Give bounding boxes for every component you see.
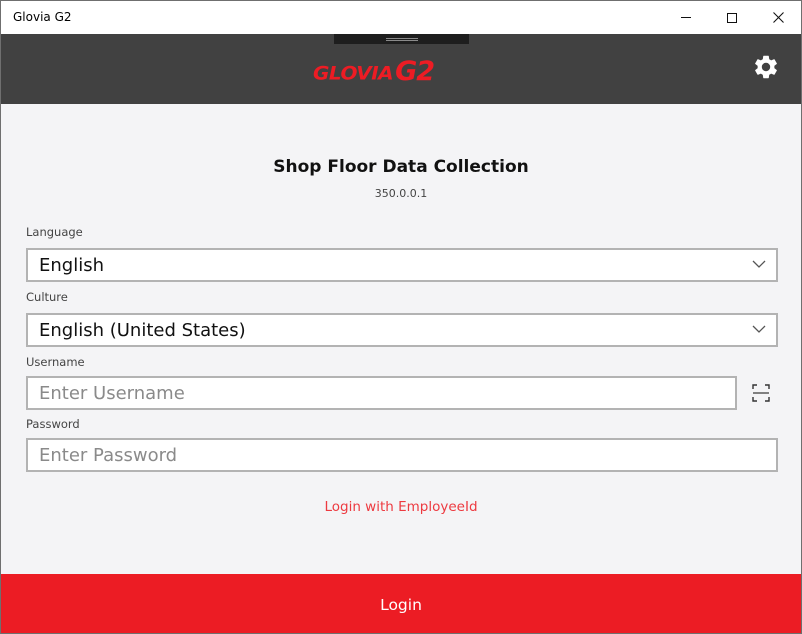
- title-bar[interactable]: Glovia G2: [1, 1, 801, 34]
- login-button[interactable]: Login: [1, 574, 801, 633]
- version-text: 350.0.0.1: [374, 187, 428, 200]
- employee-link-label: Login with EmployeeId: [324, 499, 478, 515]
- app-header: GLOVIA G2: [1, 34, 801, 104]
- app-window: Glovia G2 GLOVIA G2 Shop Floor Data Coll…: [0, 0, 802, 634]
- culture-select[interactable]: English (United States): [26, 313, 778, 347]
- username-input[interactable]: Enter Username: [26, 376, 737, 410]
- login-with-employee-id-link[interactable]: Login with EmployeeId: [1, 499, 801, 515]
- close-icon: [772, 12, 784, 23]
- maximize-button[interactable]: [709, 1, 755, 34]
- language-value: English: [39, 254, 104, 276]
- grip-icon: [385, 37, 418, 41]
- barcode-scan-icon[interactable]: [752, 384, 770, 402]
- password-placeholder: Enter Password: [39, 444, 178, 466]
- username-label: Username: [26, 355, 85, 369]
- password-label: Password: [26, 417, 80, 431]
- window-title: Glovia G2: [13, 10, 72, 24]
- language-select[interactable]: English: [26, 248, 778, 282]
- close-button[interactable]: [755, 1, 801, 34]
- culture-value: English (United States): [39, 319, 246, 341]
- password-input[interactable]: Enter Password: [26, 438, 778, 472]
- login-button-label: Login: [380, 595, 422, 614]
- chevron-down-icon: [752, 260, 766, 268]
- culture-label: Culture: [26, 290, 68, 304]
- logo-word: GLOVIA: [313, 61, 394, 85]
- language-label: Language: [26, 225, 83, 239]
- maximize-icon: [727, 12, 737, 23]
- gear-icon[interactable]: [752, 53, 780, 81]
- drag-handle[interactable]: [334, 34, 469, 44]
- minimize-button[interactable]: [663, 1, 709, 34]
- logo-suffix: G2: [395, 56, 435, 87]
- page-title: Shop Floor Data Collection: [273, 157, 529, 177]
- minimize-icon: [681, 17, 691, 18]
- glovia-logo: GLOVIA G2: [313, 55, 435, 87]
- username-placeholder: Enter Username: [39, 382, 185, 404]
- chevron-down-icon: [752, 325, 766, 333]
